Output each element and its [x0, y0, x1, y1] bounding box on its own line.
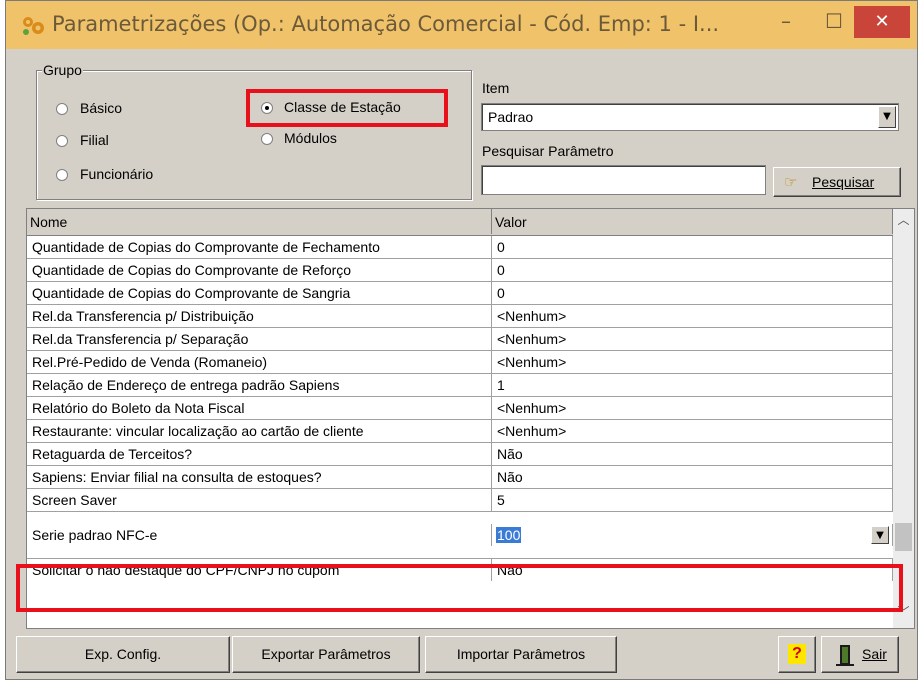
- column-header-valor[interactable]: Valor: [492, 209, 893, 234]
- pesquisar-button[interactable]: ☞ Pesquisar: [773, 167, 901, 197]
- table-row[interactable]: Screen Saver 5: [27, 489, 893, 512]
- row-value[interactable]: 0: [492, 236, 893, 258]
- item-select[interactable]: Padrao ▼: [481, 103, 899, 131]
- row-value[interactable]: Não: [492, 466, 893, 488]
- radio-filial-label[interactable]: Filial: [80, 132, 109, 148]
- radio-filial[interactable]: [56, 135, 68, 147]
- radio-modulos[interactable]: [261, 133, 273, 145]
- row-name: Rel.da Transferencia p/ Distribuição: [27, 305, 492, 327]
- row-value[interactable]: <Nenhum>: [492, 420, 893, 442]
- row-name: Screen Saver: [27, 489, 492, 511]
- row-value[interactable]: 0: [492, 259, 893, 281]
- help-button[interactable]: ?: [778, 636, 816, 673]
- row-name: Restaurante: vincular localização ao car…: [27, 420, 492, 442]
- row-name: Quantidade de Copias do Comprovante de R…: [27, 259, 492, 281]
- sair-button[interactable]: Sair: [821, 636, 899, 673]
- minimize-button[interactable]: –: [766, 7, 806, 37]
- exp-config-button[interactable]: Exp. Config.: [16, 636, 230, 673]
- grid-header: Nome Valor: [27, 209, 893, 236]
- importar-parametros-button[interactable]: Importar Parâmetros: [425, 636, 617, 673]
- table-row[interactable]: Quantidade de Copias do Comprovante de R…: [27, 259, 893, 282]
- row-value[interactable]: 1: [492, 374, 893, 396]
- row-value[interactable]: <Nenhum>: [492, 397, 893, 419]
- row-name: Relação de Endereço de entrega padrão Sa…: [27, 374, 492, 396]
- row-value[interactable]: 0: [492, 282, 893, 304]
- radio-funcionario[interactable]: [56, 169, 68, 181]
- maximize-button[interactable]: ☐: [814, 7, 854, 37]
- window-title: Parametrizações (Op.: Automação Comercia…: [52, 12, 720, 36]
- table-row[interactable]: Sapiens: Enviar filial na consulta de es…: [27, 466, 893, 489]
- row-value[interactable]: <Nenhum>: [492, 305, 893, 327]
- table-row[interactable]: Relatório do Boleto da Nota Fiscal <Nenhu…: [27, 397, 893, 420]
- search-label: Pesquisar Parâmetro: [482, 143, 614, 159]
- table-row[interactable]: Quantidade de Copias do Comprovante de F…: [27, 236, 893, 259]
- exportar-parametros-button[interactable]: Exportar Parâmetros: [232, 636, 420, 673]
- sair-button-label: Sair: [862, 646, 887, 662]
- help-icon: ?: [788, 644, 806, 664]
- exit-door-icon: [836, 645, 854, 666]
- table-row-selected[interactable]: Serie padrao NFC-e 100 ▼: [27, 512, 893, 559]
- row-name: Rel.Pré-Pedido de Venda (Romaneio): [27, 351, 492, 373]
- radio-basico[interactable]: [56, 103, 68, 115]
- item-dropdown-icon[interactable]: ▼: [878, 106, 896, 128]
- highlight-serie-nfce: [16, 564, 903, 612]
- table-row[interactable]: Restaurante: vincular localização ao car…: [27, 420, 893, 443]
- row-value[interactable]: 5: [492, 489, 893, 511]
- row-value[interactable]: Não: [492, 443, 893, 465]
- app-gears-icon: [23, 17, 44, 35]
- parametrizacoes-window: Parametrizações (Op.: Automação Comercia…: [5, 0, 918, 680]
- row-value[interactable]: <Nenhum>: [492, 351, 893, 373]
- row-name: Sapiens: Enviar filial na consulta de es…: [27, 466, 492, 488]
- serie-dropdown-icon[interactable]: ▼: [871, 526, 889, 544]
- search-input[interactable]: [481, 165, 766, 195]
- pointing-hand-icon: ☞: [784, 174, 798, 191]
- row-value[interactable]: <Nenhum>: [492, 328, 893, 350]
- scroll-up-icon[interactable]: ︿: [893, 209, 914, 231]
- pesquisar-button-label: Pesquisar: [812, 174, 875, 190]
- row-name: Rel.da Transferencia p/ Separação: [27, 328, 492, 350]
- table-row[interactable]: Rel.da Transferencia p/ Distribuição <Nen…: [27, 305, 893, 328]
- row-name: Quantidade de Copias do Comprovante de S…: [27, 282, 492, 304]
- radio-basico-label[interactable]: Básico: [80, 100, 122, 116]
- group-box-title: Grupo: [42, 62, 83, 78]
- title-bar[interactable]: Parametrizações (Op.: Automação Comercia…: [6, 1, 917, 49]
- item-label: Item: [482, 80, 510, 96]
- radio-modulos-label[interactable]: Módulos: [284, 130, 337, 146]
- close-button[interactable]: ✕: [854, 6, 910, 38]
- scroll-thumb[interactable]: [895, 523, 912, 551]
- row-name: Retaguarda de Terceitos?: [27, 443, 492, 465]
- table-row[interactable]: Quantidade de Copias do Comprovante de S…: [27, 282, 893, 305]
- row-name: Relatório do Boleto da Nota Fiscal: [27, 397, 492, 419]
- highlight-classe-estacao: [246, 89, 448, 127]
- radio-funcionario-label[interactable]: Funcionário: [80, 166, 153, 182]
- row-name: Quantidade de Copias do Comprovante de F…: [27, 236, 492, 258]
- row-name: Serie padrao NFC-e: [27, 524, 492, 546]
- table-row[interactable]: Rel.da Transferencia p/ Separação <Nenhum…: [27, 328, 893, 351]
- row-value-selected[interactable]: 100: [496, 527, 522, 543]
- table-row[interactable]: Retaguarda de Terceitos? Não: [27, 443, 893, 466]
- column-header-nome[interactable]: Nome: [27, 209, 492, 234]
- row-value-editor[interactable]: 100: [492, 524, 893, 546]
- table-row[interactable]: Rel.Pré-Pedido de Venda (Romaneio) <Nenhu…: [27, 351, 893, 374]
- table-row[interactable]: Relação de Endereço de entrega padrão Sa…: [27, 374, 893, 397]
- item-select-value: Padrao: [488, 109, 534, 125]
